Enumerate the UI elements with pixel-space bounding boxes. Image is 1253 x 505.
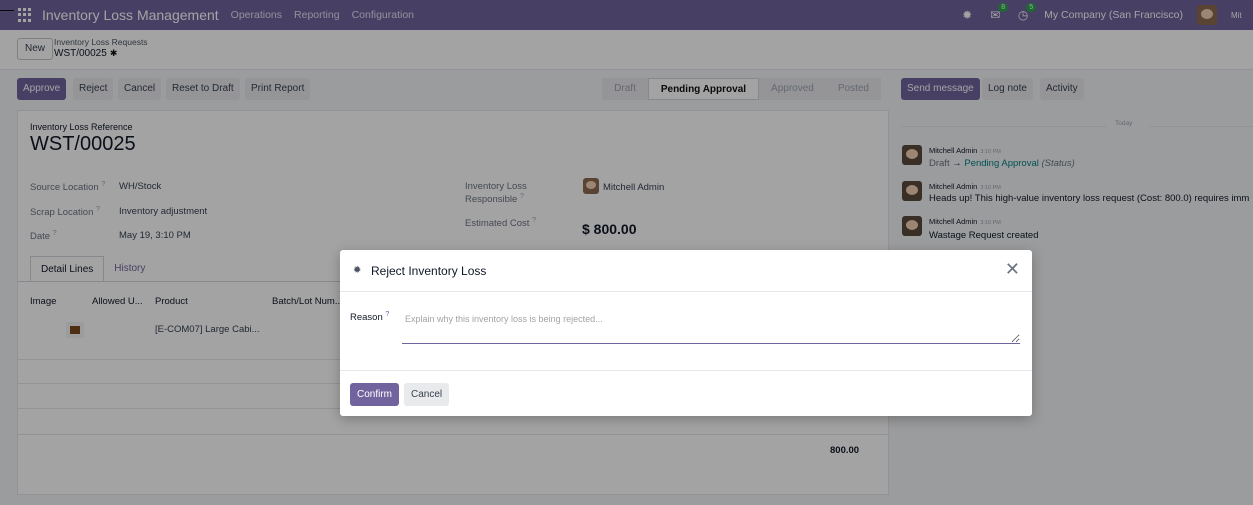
dialog-header: ✹ Reject Inventory Loss ✕ bbox=[340, 250, 1032, 292]
dialog-title: Reject Inventory Loss bbox=[371, 264, 487, 278]
bug-icon: ✹ bbox=[353, 265, 362, 276]
help-icon: ? bbox=[385, 311, 390, 318]
dialog-cancel-button[interactable]: Cancel bbox=[404, 383, 450, 406]
reject-dialog: ✹ Reject Inventory Loss ✕ Reason ? Confi… bbox=[340, 250, 1032, 416]
dialog-footer: Confirm Cancel bbox=[340, 370, 1032, 416]
reason-field[interactable] bbox=[402, 308, 1020, 344]
reason-label: Reason ? bbox=[350, 311, 389, 323]
confirm-button[interactable]: Confirm bbox=[350, 383, 400, 406]
reason-label-text: Reason bbox=[350, 312, 383, 324]
close-icon[interactable]: ✕ bbox=[1005, 260, 1020, 278]
